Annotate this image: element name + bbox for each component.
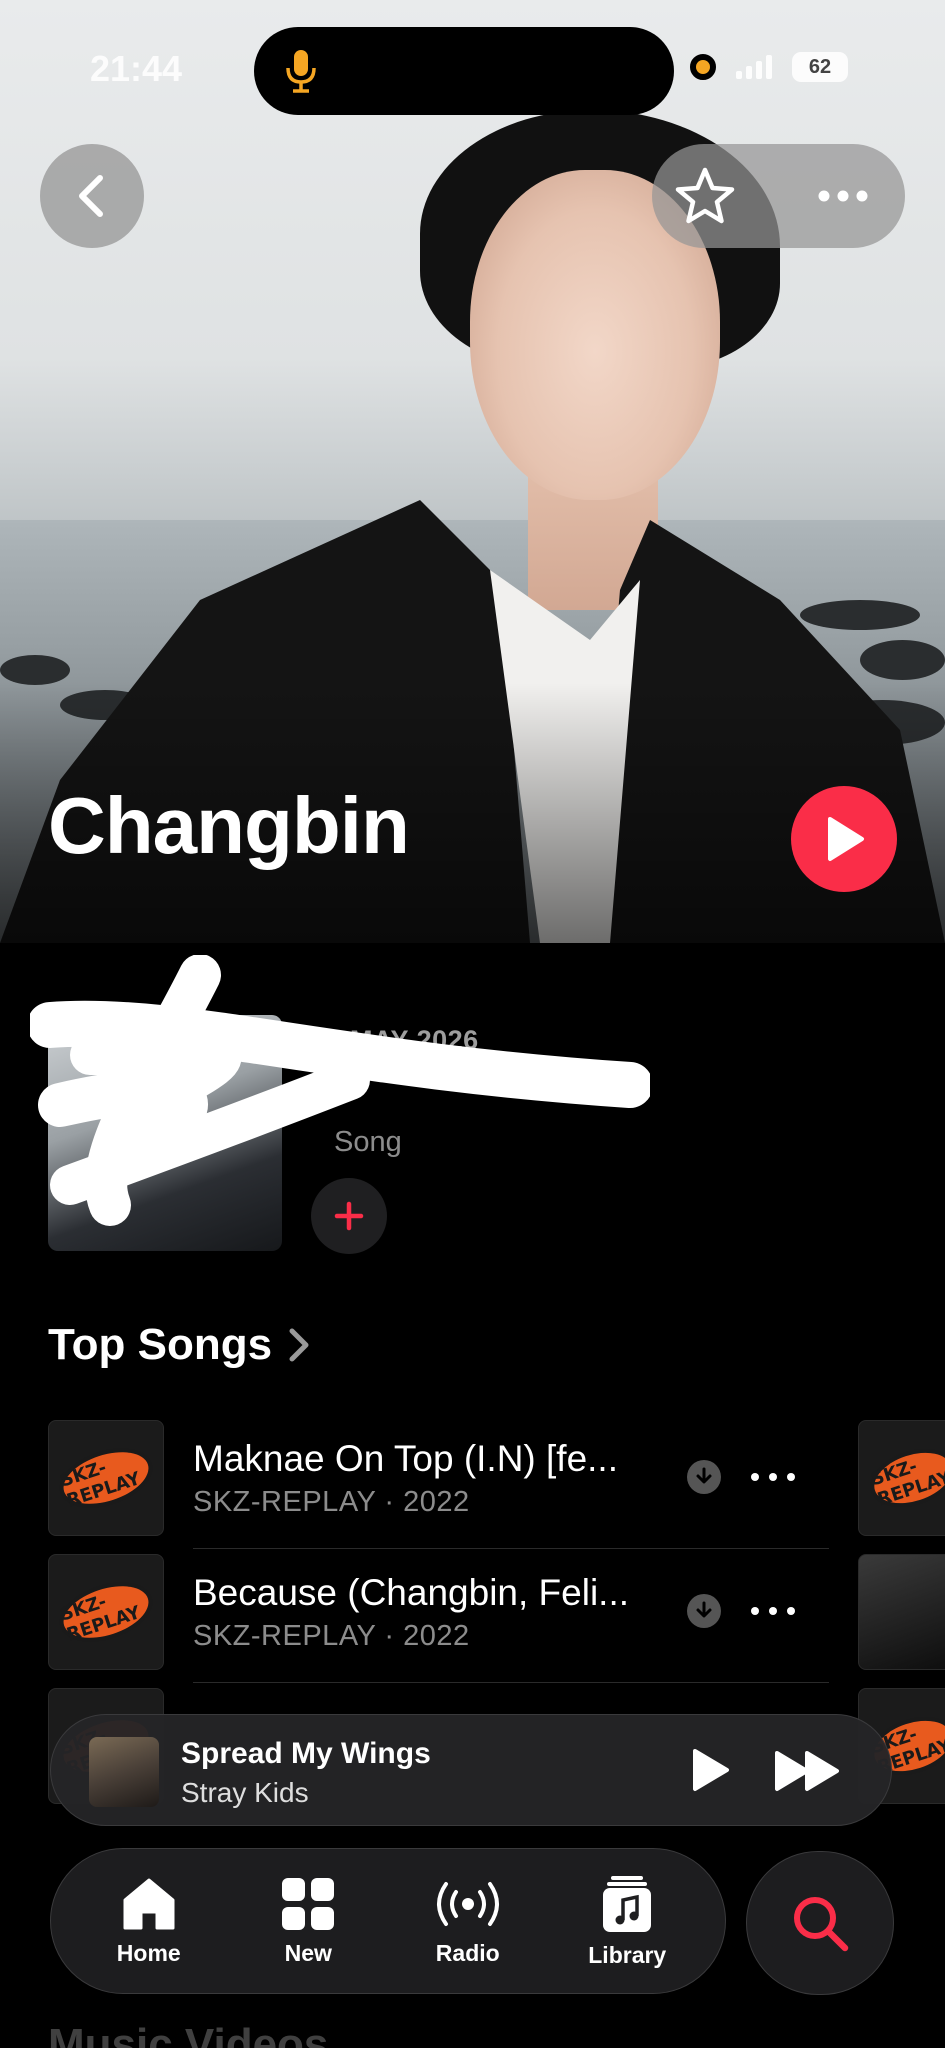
song-artwork: SKZ-REPLAY	[48, 1554, 164, 1670]
search-button[interactable]	[746, 1851, 894, 1995]
song-subtitle: SKZ-REPLAY · 2022	[193, 1620, 470, 1652]
now-playing-artist: Stray Kids	[181, 1777, 309, 1808]
chevron-right-icon	[289, 1328, 309, 1362]
music-videos-title: Music Videos	[48, 2020, 329, 2048]
cellular-signal-icon	[736, 55, 772, 79]
tab-library[interactable]: Library	[557, 1874, 697, 1969]
downloaded-icon	[687, 1594, 721, 1628]
more-options-icon[interactable]	[817, 189, 869, 203]
fast-forward-icon[interactable]	[773, 1747, 843, 1795]
divider	[193, 1682, 829, 1683]
side-artwork[interactable]	[858, 1554, 945, 1670]
status-time: 21:44	[90, 48, 183, 89]
skz-replay-logo: SKZ-REPLAY	[862, 1438, 945, 1518]
back-button[interactable]	[40, 144, 144, 248]
skz-replay-logo: SKZ-REPLAY	[52, 1571, 160, 1653]
dynamic-island	[254, 27, 674, 115]
song-more-icon[interactable]	[751, 1594, 795, 1628]
downloaded-icon	[687, 1460, 721, 1494]
artist-name: Changbin	[48, 781, 410, 870]
chevron-left-icon	[79, 175, 103, 217]
song-title: Because (Changbin, Feli...	[193, 1572, 630, 1613]
song-row[interactable]: SKZ-REPLAY Maknae On Top (I.N) [fe... SK…	[0, 1420, 945, 1554]
play-icon	[828, 817, 864, 861]
add-to-library-button[interactable]	[311, 1178, 387, 1254]
play-artist-button[interactable]	[791, 786, 897, 892]
search-icon	[794, 1897, 849, 1952]
mini-player[interactable]: Spread My Wings Stray Kids	[50, 1714, 892, 1826]
tab-label: New	[284, 1939, 332, 1966]
tab-label: Home	[116, 1939, 181, 1966]
tab-bar: Home New Radio Library	[50, 1848, 726, 1994]
home-icon	[123, 1878, 175, 1929]
tab-label: Radio	[435, 1939, 500, 1966]
microphone-icon	[286, 50, 316, 93]
top-songs-title: Top Songs	[48, 1320, 273, 1369]
star-icon[interactable]	[674, 166, 736, 226]
status-indicators: 62	[690, 52, 848, 82]
grid-icon	[282, 1877, 335, 1930]
artist-actions-pill	[652, 144, 905, 248]
latest-release-artwork[interactable]	[48, 1015, 282, 1251]
tab-label: Library	[588, 1941, 667, 1968]
skz-replay-logo: SKZ-REPLAY	[52, 1437, 160, 1519]
top-songs-header[interactable]: Top Songs	[48, 1320, 310, 1370]
recording-indicator-icon	[690, 54, 716, 80]
divider	[193, 1548, 829, 1549]
battery-icon: 62	[792, 52, 848, 82]
tab-home[interactable]: Home	[79, 1876, 219, 1967]
tab-new[interactable]: New	[238, 1876, 378, 1967]
music-library-icon	[603, 1875, 652, 1932]
radio-broadcast-icon	[436, 1881, 499, 1926]
now-playing-title: Spread My Wings	[181, 1737, 431, 1770]
tab-radio[interactable]: Radio	[398, 1876, 538, 1967]
battery-level: 62	[808, 55, 832, 78]
song-title: Maknae On Top (I.N) [fe...	[193, 1438, 618, 1479]
now-playing-artwork	[89, 1737, 159, 1807]
song-more-icon[interactable]	[751, 1460, 795, 1494]
song-row[interactable]: SKZ-REPLAY Because (Changbin, Feli... SK…	[0, 1554, 945, 1688]
play-icon[interactable]	[683, 1745, 733, 1795]
release-type: Song	[334, 1126, 402, 1158]
release-date: 13 MAY 2026	[311, 1025, 479, 1055]
side-artwork[interactable]: SKZ-REPLAY	[858, 1420, 945, 1536]
song-artwork: SKZ-REPLAY	[48, 1420, 164, 1536]
song-subtitle: SKZ-REPLAY · 2022	[193, 1486, 470, 1518]
plus-icon	[334, 1201, 364, 1231]
